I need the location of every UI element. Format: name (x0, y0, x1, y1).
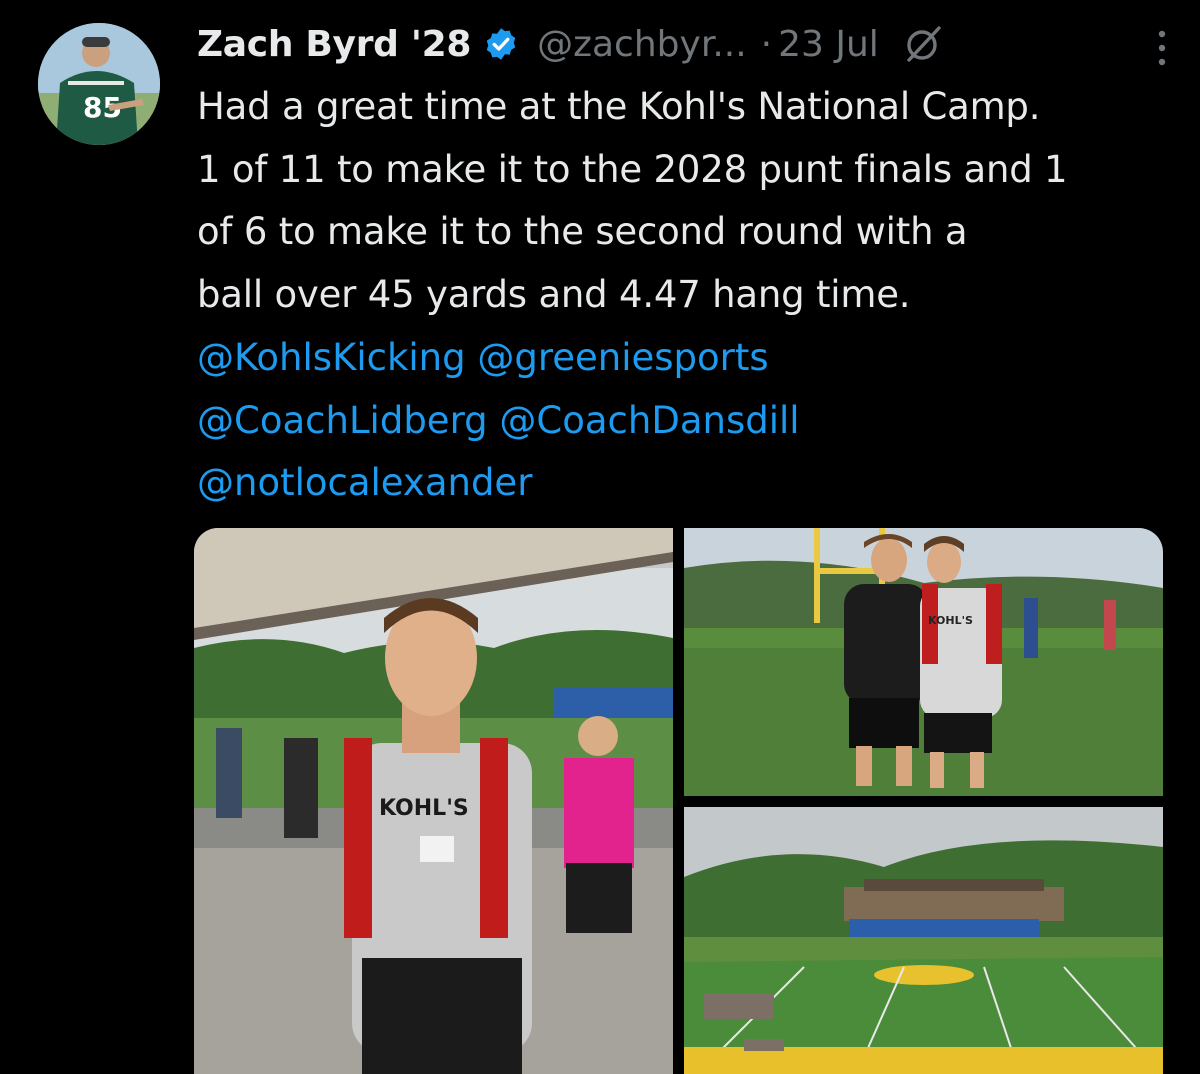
grok-icon[interactable] (903, 24, 943, 64)
more-options-icon[interactable] (1154, 24, 1170, 72)
author-handle[interactable]: @zachbyr... (537, 24, 747, 65)
mention-link[interactable]: @KohlsKicking (197, 336, 466, 379)
author-avatar[interactable]: 85 (38, 23, 160, 145)
author-display-name[interactable]: Zach Byrd '28 (197, 24, 471, 65)
photo-player-in-stands[interactable]: KOHL'S (194, 528, 673, 1074)
tweet-mentions: @KohlsKicking @greeniesports @CoachLidbe… (197, 327, 800, 515)
separator-dot: · (760, 23, 773, 65)
shirt-logo-text-2: KOHL'S (928, 614, 973, 627)
tweet-header: Zach Byrd '28 @zachbyr... · 23 Jul (197, 14, 1170, 74)
mention-link[interactable]: @CoachDansdill (499, 399, 799, 442)
photo-two-players-field[interactable]: KOHL'S (684, 528, 1163, 796)
tweet-line: ball over 45 yards and 4.47 hang time. (197, 273, 911, 317)
shirt-logo-text: KOHL'S (379, 796, 469, 821)
mention-link[interactable]: @CoachLidberg (197, 399, 488, 442)
mention-link[interactable]: @greeniesports (477, 336, 768, 379)
mention-link[interactable]: @notlocalexander (197, 461, 532, 504)
tweet-date[interactable]: 23 Jul (778, 24, 879, 65)
tweet-line: 1 of 11 to make it to the 2028 punt fina… (197, 147, 1068, 191)
photo-stadium[interactable] (684, 807, 1163, 1074)
tweet-body: Had a great time at the Kohl's National … (197, 76, 1177, 327)
tweet-line: of 6 to make it to the second round with… (197, 210, 968, 254)
media-grid: KOHL'S KOHL'S (194, 528, 1163, 1074)
tweet-line: Had a great time at the Kohl's National … (197, 85, 1041, 128)
verified-badge-icon (483, 26, 519, 62)
